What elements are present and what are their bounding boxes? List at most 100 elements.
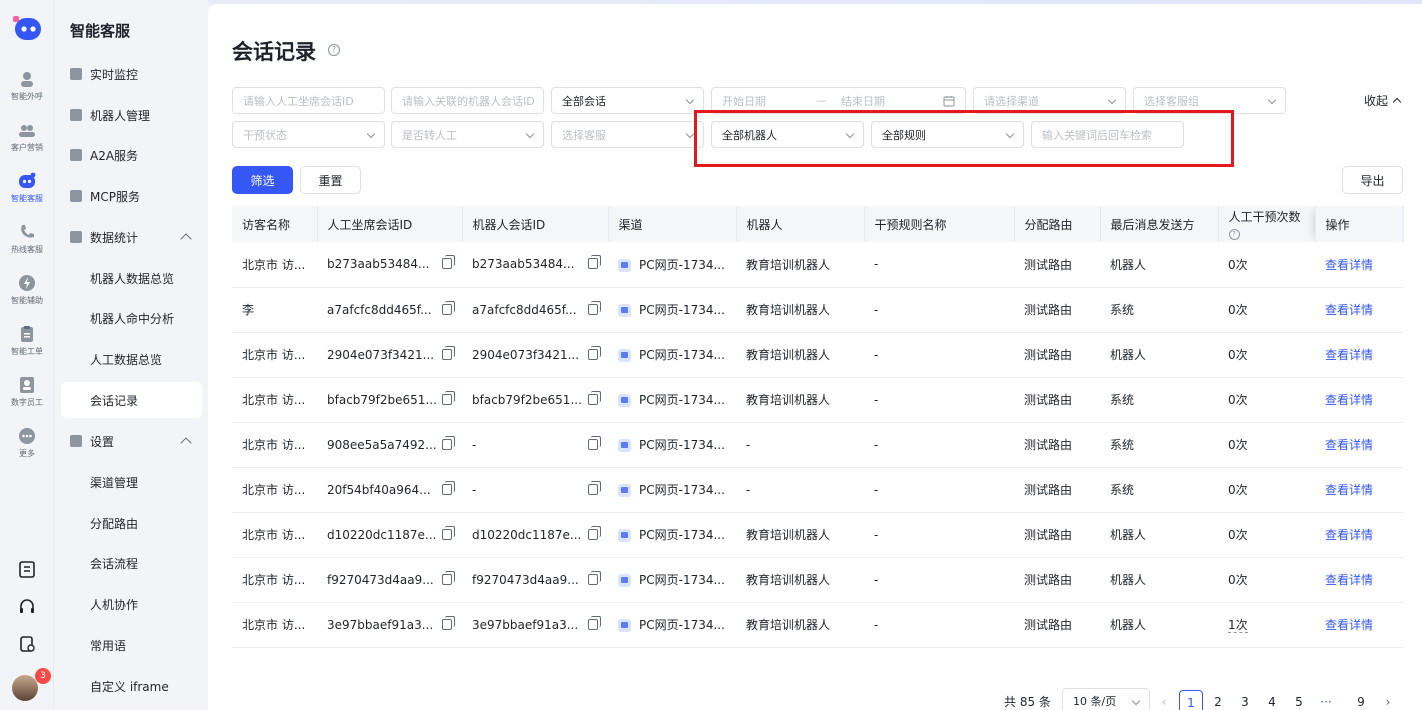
cell-action[interactable]: 查看详情	[1315, 422, 1403, 468]
cell-action[interactable]: 查看详情	[1315, 557, 1403, 603]
rail-item-hotline[interactable]: 热线客服	[0, 219, 54, 265]
cell-text: d10220dc1187e...	[327, 527, 437, 542]
export-button[interactable]: 导出	[1342, 166, 1403, 194]
copy-icon[interactable]	[442, 300, 455, 315]
rail-item-assist[interactable]: 智能辅助	[0, 270, 54, 316]
copy-icon[interactable]	[588, 255, 601, 269]
transfer-human-select[interactable]: 是否转人工	[391, 121, 544, 148]
cell-intervention-count: 0次	[1218, 242, 1315, 288]
sidebar-item-routing[interactable]: 分配路由	[61, 505, 202, 541]
view-detail-link[interactable]: 查看详情	[1325, 348, 1373, 362]
sidebar-item-channel-manage[interactable]: 渠道管理	[61, 464, 202, 500]
cell-channel: PC网页-1734...	[608, 512, 736, 558]
view-detail-link[interactable]: 查看详情	[1325, 393, 1373, 407]
page-3[interactable]: 3	[1233, 690, 1257, 710]
copy-icon[interactable]	[442, 390, 455, 405]
cell-action[interactable]: 查看详情	[1315, 377, 1403, 423]
cell-action[interactable]: 查看详情	[1315, 512, 1403, 558]
sidebar-item-phrases[interactable]: 常用语	[61, 627, 202, 663]
intervention-state-select[interactable]: 干预状态	[232, 121, 385, 148]
settings-doc-icon[interactable]	[17, 634, 37, 654]
cell-text: 0次	[1228, 528, 1248, 542]
document-list-icon[interactable]	[17, 559, 37, 579]
rail-item-outbound[interactable]: 智能外呼	[0, 66, 54, 112]
headset-icon[interactable]	[17, 597, 37, 617]
sidebar-item-label: 机器人数据总览	[90, 271, 175, 286]
copy-icon[interactable]	[442, 525, 455, 540]
sidebar-item-robot-overview[interactable]: 机器人数据总览	[61, 260, 202, 296]
reset-button[interactable]: 重置	[300, 166, 361, 194]
page-2[interactable]: 2	[1206, 690, 1230, 710]
robot-session-id-input[interactable]: 请输入关联的机器人会话ID	[391, 87, 544, 114]
prev-page-icon[interactable]: ‹	[1152, 690, 1176, 710]
copy-icon[interactable]	[442, 345, 455, 360]
sidebar-item-session-records[interactable]: 会话记录	[61, 382, 202, 418]
page-5[interactable]: 5	[1287, 690, 1311, 710]
view-detail-link[interactable]: 查看详情	[1325, 483, 1373, 497]
view-detail-link[interactable]: 查看详情	[1325, 573, 1373, 587]
copy-icon[interactable]	[588, 570, 601, 585]
sidebar-item-robot-manage[interactable]: 机器人管理	[61, 97, 202, 133]
agent-select[interactable]: 选择客服	[551, 121, 704, 148]
help-icon[interactable]: ?	[328, 44, 340, 56]
page-size-select[interactable]: 10 条/页	[1062, 688, 1150, 710]
sidebar-item-mcp[interactable]: MCP服务	[61, 178, 202, 214]
copy-icon[interactable]	[588, 435, 601, 450]
sidebar-item-iframe[interactable]: 自定义 iframe	[61, 668, 202, 704]
view-detail-link[interactable]: 查看详情	[1325, 438, 1373, 452]
copy-icon[interactable]	[442, 615, 455, 630]
rail-item-more[interactable]: 更多	[0, 423, 54, 469]
table-row: 北京市 访... 2904e073f3421... 2904e073f3421...…	[232, 332, 1403, 378]
copy-icon[interactable]	[588, 390, 601, 405]
view-detail-link[interactable]: 查看详情	[1325, 303, 1373, 317]
session-type-select[interactable]: 全部会话	[551, 87, 704, 114]
copy-icon[interactable]	[442, 435, 455, 450]
page-4[interactable]: 4	[1260, 690, 1284, 710]
cell-action[interactable]: 查看详情	[1315, 332, 1403, 378]
rail-item-ticket[interactable]: 智能工单	[0, 321, 54, 367]
cell-action[interactable]: 查看详情	[1315, 287, 1403, 333]
cell-robot: 教育培训机器人	[736, 377, 864, 423]
rail-item-digital-staff[interactable]: 数字员工	[0, 372, 54, 418]
cell-action[interactable]: 查看详情	[1315, 242, 1403, 288]
cell-robot: -	[736, 422, 864, 468]
view-detail-link[interactable]: 查看详情	[1325, 258, 1373, 272]
collapse-toggle[interactable]: 收起	[1364, 92, 1402, 109]
copy-icon[interactable]	[442, 255, 455, 269]
sidebar-item-robot-hit[interactable]: 机器人命中分析	[61, 300, 202, 336]
copy-icon[interactable]	[588, 525, 601, 540]
sidebar-item-statistics[interactable]: 数据统计	[61, 219, 202, 255]
copy-icon[interactable]	[442, 480, 455, 495]
cell-text: 机器人	[1110, 573, 1147, 587]
cell-last-sender: 系统	[1100, 467, 1218, 513]
copy-icon[interactable]	[442, 570, 455, 585]
page-9[interactable]: 9	[1349, 690, 1373, 710]
page-ellipsis[interactable]: ···	[1314, 690, 1338, 710]
cell-agent-session-id: b273aab53484...	[317, 242, 462, 288]
help-icon[interactable]: ?	[1228, 229, 1240, 240]
sidebar-item-human-overview[interactable]: 人工数据总览	[61, 341, 202, 377]
cell-action[interactable]: 查看详情	[1315, 467, 1403, 513]
sidebar-item-settings[interactable]: 设置	[61, 423, 202, 459]
copy-icon[interactable]	[588, 300, 601, 315]
rail-item-smart-service[interactable]: 智能客服	[0, 168, 54, 214]
copy-icon[interactable]	[588, 345, 601, 360]
copy-icon[interactable]	[588, 615, 601, 630]
sidebar-item-a2a[interactable]: A2A服务	[61, 137, 202, 173]
copy-icon[interactable]	[588, 480, 601, 495]
filter-button[interactable]: 筛选	[232, 166, 293, 194]
sidebar-item-collab[interactable]: 人机协作	[61, 586, 202, 622]
cell-text: -	[874, 482, 879, 497]
cell-agent-session-id: 20f54bf40a964...	[317, 467, 462, 513]
next-page-icon[interactable]: ›	[1376, 690, 1400, 710]
agent-session-id-input[interactable]: 请输入人工坐席会话ID	[232, 87, 385, 114]
sidebar-item-session-flow[interactable]: 会话流程	[61, 545, 202, 581]
sidebar-item-monitor[interactable]: 实时监控	[61, 56, 202, 92]
view-detail-link[interactable]: 查看详情	[1325, 528, 1373, 542]
view-detail-link[interactable]: 查看详情	[1325, 618, 1373, 632]
avatar[interactable]	[12, 675, 38, 701]
rail-item-marketing[interactable]: 客户营销	[0, 117, 54, 163]
page-1[interactable]: 1	[1179, 690, 1203, 710]
cell-action[interactable]: 查看详情	[1315, 602, 1403, 648]
cell-routing: 测试路由	[1014, 332, 1100, 378]
